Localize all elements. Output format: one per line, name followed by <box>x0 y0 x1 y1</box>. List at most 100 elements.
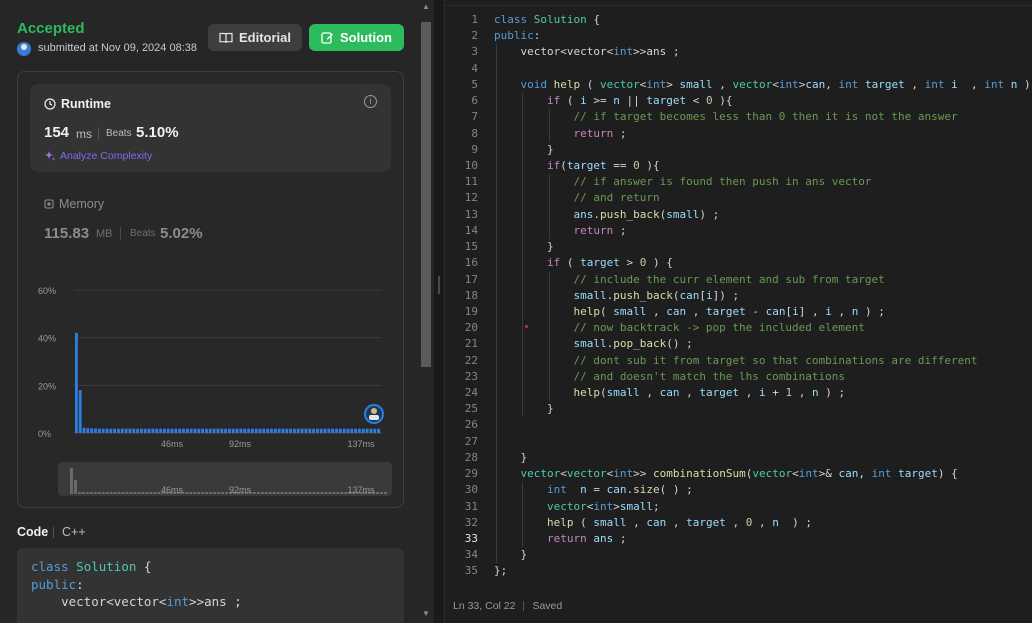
chart-bar[interactable] <box>361 428 365 433</box>
chart-bar[interactable] <box>270 428 273 433</box>
editor-line[interactable]: 28 } <box>445 449 1032 467</box>
chart-bar[interactable] <box>105 428 109 433</box>
chart-bar[interactable] <box>162 428 166 433</box>
chart-bar[interactable] <box>250 428 254 433</box>
panel-scrollbar[interactable]: ▲ ▼ <box>418 0 434 623</box>
scroll-down-arrow-icon[interactable]: ▼ <box>422 609 430 618</box>
editor-line[interactable]: 15 } <box>445 239 1032 256</box>
editor-line[interactable]: 27 <box>445 433 1032 450</box>
chart-bar[interactable] <box>124 428 128 433</box>
editor-line[interactable]: 4 <box>445 60 1032 77</box>
chart-bar[interactable] <box>354 428 358 433</box>
chart-bar[interactable] <box>216 428 220 433</box>
editor-line[interactable]: 7 // if target becomes less than 0 then … <box>445 109 1032 126</box>
editor-line[interactable]: 5 void help ( vector<int> small , vector… <box>445 76 1032 94</box>
scroll-thumb[interactable] <box>421 22 431 367</box>
editor-line[interactable]: 35}; <box>445 563 1032 579</box>
chart-bar[interactable] <box>300 428 304 433</box>
chart-bar[interactable] <box>327 428 331 433</box>
chart-bar[interactable] <box>117 428 120 433</box>
scroll-up-arrow-icon[interactable]: ▲ <box>422 2 430 11</box>
editor-line[interactable]: 12 // and return <box>445 190 1032 207</box>
editor-line[interactable]: 30 int n = can.size( ) ; <box>445 482 1032 499</box>
editor-line[interactable]: 22 // dont sub it from target so that co… <box>445 352 1032 369</box>
chart-bar[interactable] <box>97 428 101 433</box>
chart-bar[interactable] <box>308 428 312 433</box>
chart-bar[interactable] <box>346 428 350 433</box>
editor-line[interactable]: 21 small.pop_back() ; <box>445 336 1032 353</box>
chart-bar[interactable] <box>140 428 143 433</box>
editor-line[interactable]: 1 class Solution { <box>445 12 1032 28</box>
chart-bar[interactable] <box>342 428 346 433</box>
chart-bar[interactable] <box>193 428 197 433</box>
chart-bar[interactable] <box>182 428 185 433</box>
chart-bar[interactable] <box>220 428 224 433</box>
chart-bar[interactable] <box>128 428 132 433</box>
chart-bar[interactable] <box>136 428 140 433</box>
chart-bar[interactable] <box>197 428 201 433</box>
editor-line[interactable]: 32 help ( small , can , target , 0 , n )… <box>445 514 1032 531</box>
editor-line[interactable]: 24 help(small , can , target , i + 1 , n… <box>445 385 1032 402</box>
chart-bar[interactable] <box>101 428 105 433</box>
chart-bar[interactable] <box>159 428 162 433</box>
chart-bar[interactable] <box>178 428 182 433</box>
chart-bar[interactable] <box>285 428 289 433</box>
editor-line[interactable]: 20 // now backtrack -> pop the included … <box>445 320 1032 337</box>
chart-bar[interactable] <box>82 427 86 433</box>
chart-bar[interactable] <box>90 428 94 433</box>
chart-bar[interactable] <box>132 428 136 433</box>
chart-bar[interactable] <box>377 428 380 433</box>
chart-bar[interactable] <box>254 428 258 433</box>
editor-line[interactable]: 25 } <box>445 401 1032 418</box>
chart-bar[interactable] <box>231 428 235 433</box>
editor-line[interactable]: 14 return ; <box>445 222 1032 240</box>
editor-line[interactable]: 29 vector<vector<int>> combinationSum(ve… <box>445 466 1032 483</box>
chart-bar[interactable] <box>323 428 327 433</box>
chart-bar[interactable] <box>277 428 281 433</box>
chart-bar[interactable] <box>258 428 262 433</box>
editorial-button[interactable]: Editorial <box>208 24 302 51</box>
chart-bar[interactable] <box>296 428 300 433</box>
editor-line[interactable]: 10 if(target == 0 ){ <box>445 157 1032 175</box>
chart-bar[interactable] <box>304 428 308 433</box>
chart-bar[interactable] <box>350 428 354 433</box>
chart-bar[interactable] <box>273 428 277 433</box>
analyze-complexity-link[interactable]: Analyze Complexity <box>44 150 152 162</box>
editor-line[interactable]: 18 small.push_back(can[i]) ; <box>445 287 1032 304</box>
editor-line[interactable]: 3 vector<vector<int>>ans ; <box>445 44 1032 61</box>
editor-line[interactable]: 19 help( small , can , target - can[i] ,… <box>445 303 1032 321</box>
chart-bar[interactable] <box>335 428 338 433</box>
code-editor[interactable]: 1 class Solution {2 public: 3 vector<vector… <box>444 0 1032 623</box>
chart-bar[interactable] <box>247 428 250 433</box>
chart-bar[interactable] <box>147 428 151 433</box>
chart-bar[interactable] <box>331 428 335 433</box>
chart-bar[interactable] <box>338 428 342 433</box>
chart-bar[interactable] <box>243 428 247 433</box>
chart-bar[interactable] <box>86 428 90 433</box>
chart-bar[interactable] <box>166 428 170 433</box>
memory-title[interactable]: Memory <box>44 197 104 211</box>
chart-bar[interactable] <box>266 428 270 433</box>
chart-bar[interactable] <box>75 332 78 433</box>
chart-bar[interactable] <box>151 428 155 433</box>
editor-line[interactable]: 8 return ; <box>445 125 1032 142</box>
runtime-distribution-chart[interactable]: 60% 40% 20% 0% 46ms 92ms 137ms <box>18 272 405 452</box>
editor-line[interactable]: 11 // if answer is found then push in an… <box>445 174 1032 191</box>
chart-bar[interactable] <box>208 428 212 433</box>
editor-line[interactable]: 9 } <box>445 141 1032 158</box>
editor-line[interactable]: 33 return ans ; <box>445 531 1032 548</box>
chart-bar[interactable] <box>109 428 113 433</box>
distribution-range-selector[interactable]: 46ms 92ms 137ms <box>58 462 392 496</box>
chart-bar[interactable] <box>170 428 174 433</box>
chart-bar[interactable] <box>185 428 189 433</box>
chart-bar[interactable] <box>113 428 117 433</box>
chart-bar[interactable] <box>319 428 323 433</box>
chart-bar[interactable] <box>205 428 208 433</box>
chart-bar[interactable] <box>315 428 319 433</box>
chart-bar[interactable] <box>365 428 369 433</box>
editor-line[interactable]: 17 // include the curr element and sub f… <box>445 271 1032 288</box>
chart-bar[interactable] <box>312 428 315 433</box>
chart-bar[interactable] <box>201 428 205 433</box>
editor-line[interactable]: 26 <box>445 417 1032 434</box>
info-icon[interactable]: i <box>364 95 377 108</box>
